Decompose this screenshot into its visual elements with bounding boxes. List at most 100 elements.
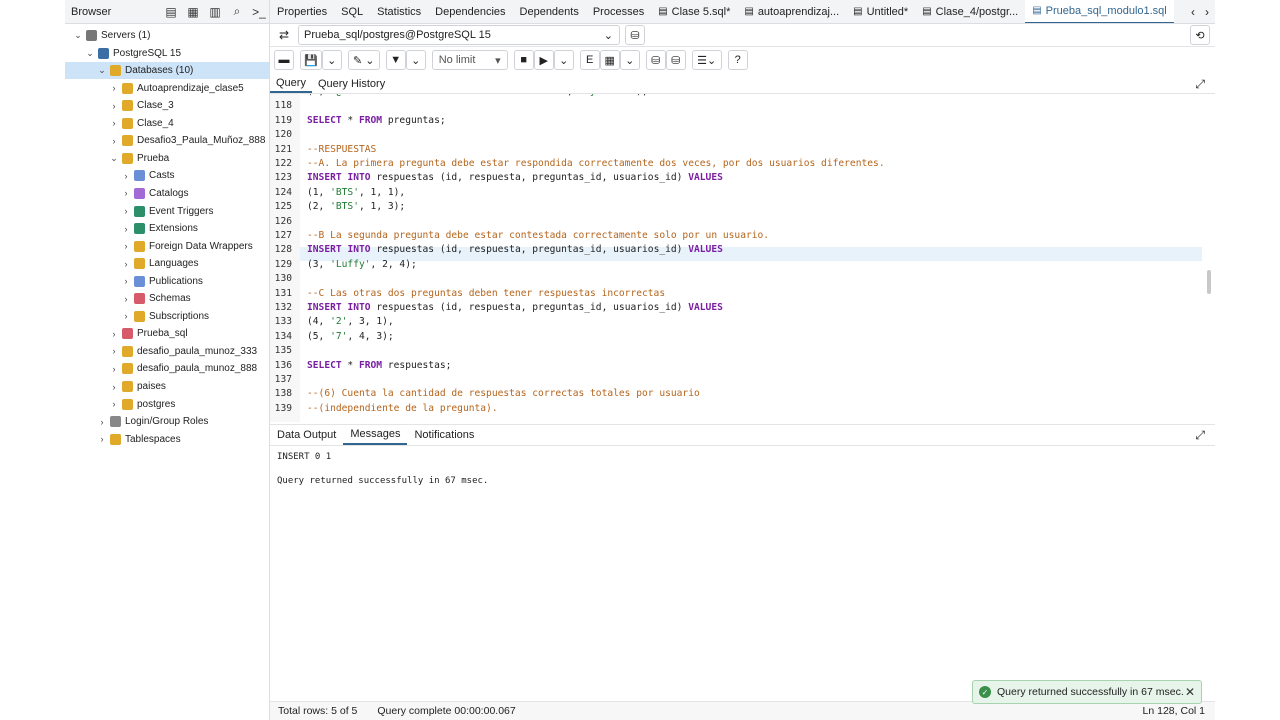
explain-dropdown-icon[interactable]: ⌄ — [619, 50, 640, 70]
chevron-right-icon[interactable]: › — [109, 364, 119, 374]
tree-item[interactable]: › postgres — [65, 396, 269, 413]
tree-item[interactable]: › Catalogs — [65, 185, 269, 202]
tree-item[interactable]: › Prueba_sql — [65, 325, 269, 342]
tree-item[interactable]: › paises — [65, 378, 269, 395]
new-connection-button[interactable]: ⛁ — [625, 25, 645, 45]
filter-button[interactable]: ▼ — [385, 50, 406, 70]
execute-button[interactable]: ▶ — [533, 50, 554, 70]
tree-item[interactable]: › Clase_3 — [65, 97, 269, 114]
terminal-icon[interactable]: >_ — [249, 2, 269, 22]
row-limit-select[interactable]: No limit ▾ — [431, 50, 508, 70]
code-line[interactable]: (4, '2', 3, 1), — [307, 316, 394, 327]
tree-item[interactable]: › Publications — [65, 273, 269, 290]
code-line[interactable]: --(6) Cuenta la cantidad de respuestas c… — [307, 388, 700, 399]
code-line[interactable]: INSERT INTO respuestas (id, respuesta, p… — [307, 172, 723, 183]
tab-notifications[interactable]: Notifications — [407, 425, 481, 445]
code-line[interactable]: --C Las otras dos preguntas deben tener … — [307, 288, 665, 299]
tree-item[interactable]: › Casts — [65, 167, 269, 184]
help-icon[interactable]: ? — [727, 50, 748, 70]
tree-item[interactable]: › Schemas — [65, 290, 269, 307]
code-line[interactable]: (1, 'BTS', 1, 1), — [307, 187, 405, 198]
code-line[interactable]: --(independiente de la pregunta). — [307, 403, 498, 414]
tab-item[interactable]: Processes — [586, 0, 651, 23]
tab-item[interactable]: ▤ Untitled* — [846, 0, 915, 23]
tree-item[interactable]: ⌄ Prueba — [65, 150, 269, 167]
refresh-icon[interactable]: ⟲ — [1190, 25, 1210, 45]
tab-data-output[interactable]: Data Output — [270, 425, 343, 445]
tree-item[interactable]: › Tablespaces — [65, 431, 269, 448]
tab-item[interactable]: Properties — [270, 0, 334, 23]
code-line[interactable]: (2, 'BTS', 1, 3); — [307, 201, 405, 212]
expand-icon[interactable]: ⤢ — [1195, 428, 1205, 443]
tab-query-history[interactable]: Query History — [312, 75, 391, 93]
code-line[interactable]: (3, '¿Cuál es la canción más exitosa de … — [307, 94, 648, 97]
close-icon[interactable]: ✕ — [1185, 685, 1195, 699]
tree-item[interactable]: › Event Triggers — [65, 203, 269, 220]
code-line[interactable]: SELECT * FROM respuestas; — [307, 360, 451, 371]
commit-button[interactable]: ⛁ — [645, 50, 666, 70]
tab-query[interactable]: Query — [270, 75, 312, 93]
tree-item[interactable]: › desafio_paula_munoz_333 — [65, 343, 269, 360]
table-view-icon[interactable]: ▦ — [183, 2, 203, 22]
chevron-down-icon[interactable]: ⌄ — [85, 48, 95, 59]
stop-button[interactable]: ■ — [513, 50, 534, 70]
chevron-right-icon[interactable]: › — [109, 83, 119, 93]
save-button[interactable]: 💾 — [300, 50, 322, 70]
chevron-right-icon[interactable]: › — [109, 346, 119, 356]
code-line[interactable]: --B La segunda pregunta debe estar conte… — [307, 230, 769, 241]
chevron-left-icon[interactable]: ‹ — [1191, 5, 1195, 19]
code-line[interactable]: SELECT * FROM preguntas; — [307, 115, 446, 126]
tab-item[interactable]: ▤ Clase 5.sql* — [651, 0, 737, 23]
tab-item[interactable]: Statistics — [370, 0, 428, 23]
chevron-right-icon[interactable]: › — [121, 241, 131, 251]
explain-analyze-button[interactable]: ▦ — [599, 50, 620, 70]
chevron-right-icon[interactable]: › — [121, 206, 131, 216]
chevron-right-icon[interactable]: › — [121, 171, 131, 181]
editor-scrollbar[interactable] — [1207, 270, 1211, 294]
edit-button[interactable]: ✎ ⌄ — [347, 50, 380, 70]
tree-item[interactable]: ⌄ Servers (1) — [65, 27, 269, 44]
code-line[interactable]: --RESPUESTAS — [307, 144, 376, 155]
chevron-right-icon[interactable]: › — [109, 399, 119, 409]
tree-item[interactable]: › Subscriptions — [65, 308, 269, 325]
code-line[interactable]: --A. La primera pregunta debe estar resp… — [307, 158, 885, 169]
chevron-right-icon[interactable]: › — [1205, 5, 1209, 19]
chevron-right-icon[interactable]: › — [121, 224, 131, 234]
tree-item[interactable]: › Extensions — [65, 220, 269, 237]
filter-rows-icon[interactable]: ▥ — [205, 2, 225, 22]
chevron-right-icon[interactable]: › — [121, 259, 131, 269]
chevron-right-icon[interactable]: › — [121, 311, 131, 321]
tab-item[interactable]: Dependents — [513, 0, 586, 23]
chevron-right-icon[interactable]: › — [97, 417, 107, 427]
tree-item[interactable]: › Clase_4 — [65, 115, 269, 132]
open-file-button[interactable]: ▬ — [274, 50, 294, 70]
chevron-right-icon[interactable]: › — [109, 329, 119, 339]
tab-item[interactable]: SQL — [334, 0, 370, 23]
object-explorer-icon[interactable]: ▤ — [161, 2, 181, 22]
tree-item[interactable]: › Autoaprendizaje_clase5 — [65, 80, 269, 97]
macros-button[interactable]: ☰⌄ — [691, 50, 722, 70]
tree-item[interactable]: › Languages — [65, 255, 269, 272]
code-line[interactable]: (5, '7', 4, 3); — [307, 331, 394, 342]
connection-status-icon[interactable]: ⇄ — [279, 28, 289, 42]
tree-item[interactable]: ⌄ PostgreSQL 15 — [65, 45, 269, 62]
chevron-right-icon[interactable]: › — [97, 434, 107, 444]
chevron-right-icon[interactable]: › — [109, 118, 119, 128]
tab-item[interactable]: ▤ Clase_4/postgr... — [915, 0, 1025, 23]
tab-messages[interactable]: Messages — [343, 425, 408, 445]
chevron-right-icon[interactable]: › — [121, 276, 131, 286]
chevron-down-icon[interactable]: ⌄ — [97, 65, 107, 76]
rollback-button[interactable]: ⛁ — [665, 50, 686, 70]
tab-item[interactable]: ▤ autoaprendizaj... — [737, 0, 846, 23]
filter-dropdown-icon[interactable]: ⌄ — [405, 50, 426, 70]
code-line[interactable]: INSERT INTO respuestas (id, respuesta, p… — [307, 302, 723, 313]
chevron-right-icon[interactable]: › — [121, 188, 131, 198]
expand-icon[interactable]: ⤢ — [1195, 77, 1205, 92]
chevron-right-icon[interactable]: › — [121, 294, 131, 304]
explain-button[interactable]: E — [579, 50, 600, 70]
tree-item[interactable]: › Foreign Data Wrappers — [65, 238, 269, 255]
search-icon[interactable]: ⌕ — [227, 2, 247, 22]
chevron-down-icon[interactable]: ⌄ — [73, 30, 83, 41]
tree-item[interactable]: › desafio_paula_munoz_888 — [65, 360, 269, 377]
tree-item[interactable]: › Desafio3_Paula_Muñoz_888 — [65, 132, 269, 149]
